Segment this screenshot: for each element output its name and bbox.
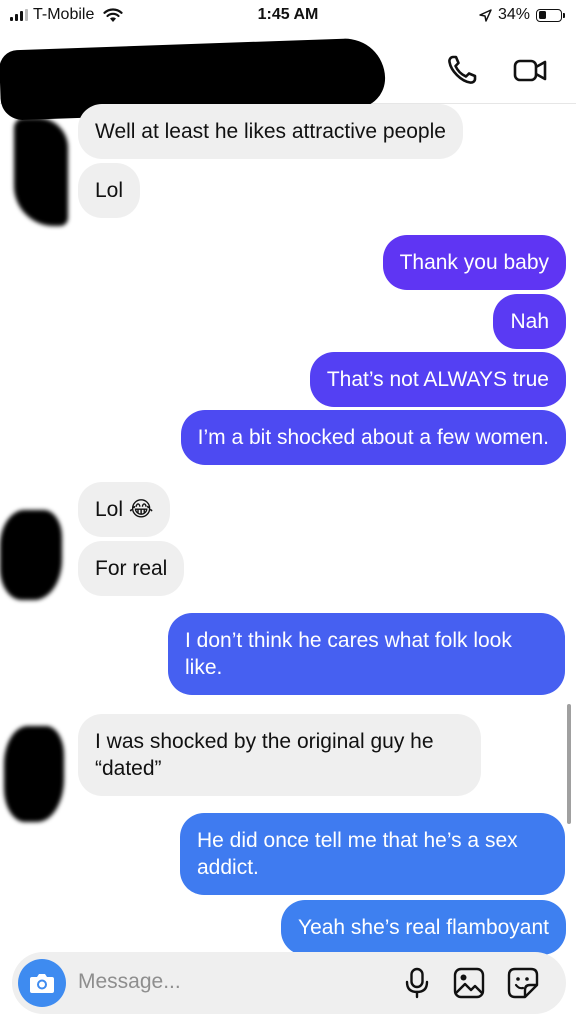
message-bubble-outgoing[interactable]: Thank you baby (382, 235, 566, 290)
message-bubble-outgoing[interactable]: I’m a bit shocked about a few women. (180, 410, 566, 465)
status-bar: T-Mobile 1:45 AM 34% (0, 0, 576, 32)
gallery-icon[interactable] (452, 966, 486, 1000)
message-input[interactable]: Message... (78, 970, 181, 994)
scrollbar[interactable] (567, 704, 571, 824)
phone-icon[interactable] (444, 52, 480, 88)
message-bubble-outgoing[interactable]: Yeah she’s real flamboyant (280, 900, 566, 955)
camera-icon (30, 974, 54, 993)
status-right: 34% (479, 6, 565, 24)
battery-icon (536, 8, 565, 22)
message-bubble-outgoing[interactable]: That’s not ALWAYS true (309, 352, 566, 407)
message-bubble-incoming[interactable]: For real (78, 541, 185, 596)
battery-percent: 34% (497, 6, 530, 23)
message-bubble-outgoing[interactable]: I don’t think he cares what folk look li… (168, 613, 565, 695)
message-bubble-incoming[interactable]: I was shocked by the original guy he “da… (78, 714, 481, 796)
camera-button[interactable] (18, 959, 66, 1007)
chat-header (0, 32, 576, 121)
sticker-icon[interactable] (506, 966, 540, 1000)
redacted-avatar (0, 510, 62, 600)
microphone-icon[interactable] (400, 966, 434, 1000)
message-bubble-outgoing[interactable]: Nah (493, 294, 566, 349)
redacted-avatar (4, 726, 64, 822)
location-arrow-icon (479, 8, 492, 22)
message-bubble-incoming[interactable]: Well at least he likes attractive people (78, 104, 463, 159)
message-bubble-outgoing[interactable]: He did once tell me that he’s a sex addi… (180, 813, 565, 895)
redacted-avatar (14, 118, 68, 226)
message-bubble-incoming[interactable]: Lol (78, 163, 141, 218)
message-composer: Message... (12, 952, 566, 1014)
message-bubble-incoming[interactable]: Lol 😂 (78, 482, 171, 537)
video-camera-icon[interactable] (512, 52, 548, 88)
